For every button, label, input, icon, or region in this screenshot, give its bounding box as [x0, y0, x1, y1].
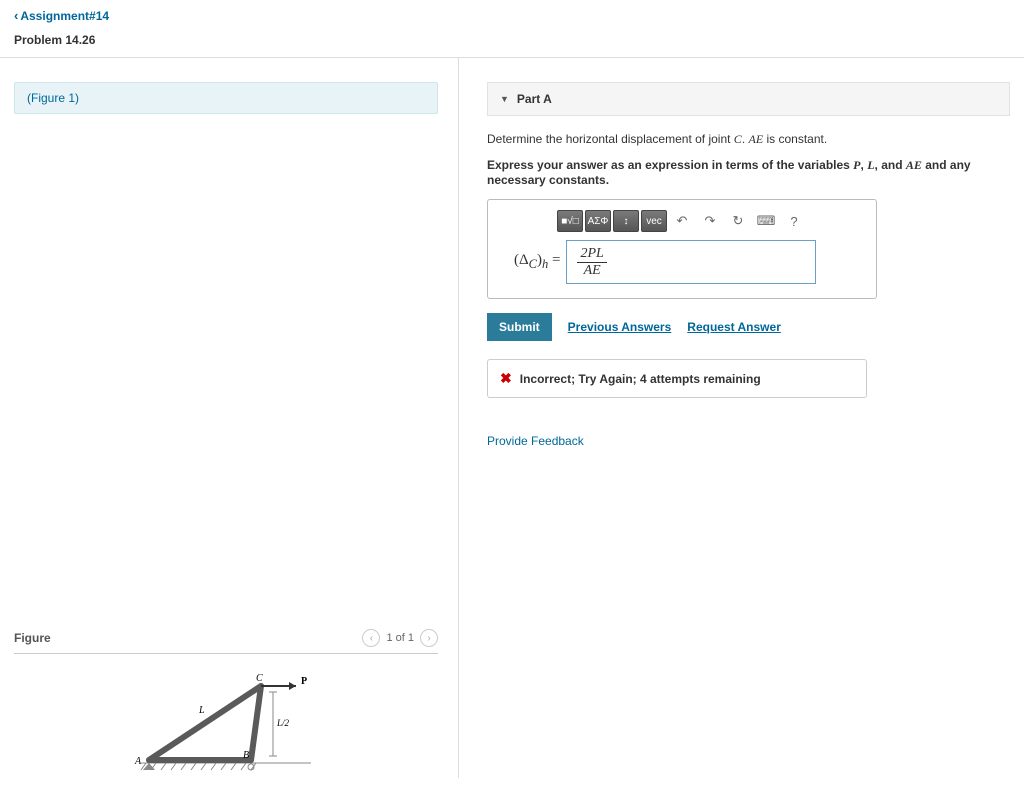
part-label: Part A — [517, 92, 552, 106]
figure-prev-button[interactable]: ‹ — [362, 629, 380, 647]
assignment-back-link[interactable]: ‹ Assignment#14 — [14, 8, 109, 23]
question-text: Determine the horizontal displacement of… — [487, 130, 1010, 148]
answer-denominator: AE — [577, 263, 606, 278]
figure-link-text: (Figure 1) — [27, 91, 79, 105]
answer-row: (ΔC)h = 2PL AE — [514, 240, 864, 284]
tb-help-icon[interactable]: ? — [781, 210, 807, 232]
previous-answers-link[interactable]: Previous Answers — [568, 320, 672, 334]
equation-toolbar: ■√□ ΑΣΦ ↕ vec ↶ ↷ ↻ ⌨ ? — [500, 210, 864, 232]
question-post: is constant. — [763, 132, 827, 146]
tb-keyboard-icon[interactable]: ⌨ — [753, 210, 779, 232]
figure-header: Figure ‹ 1 of 1 › — [14, 623, 438, 654]
svg-text:C: C — [256, 673, 263, 684]
figure-label: Figure — [14, 631, 51, 645]
part-header[interactable]: ▼ Part A — [487, 82, 1010, 116]
figure-diagram: C P L L/2 A B — [14, 654, 438, 778]
lhs-label: (ΔC)h = — [514, 252, 566, 272]
answer-input[interactable]: 2PL AE — [566, 240, 816, 284]
svg-text:L/2: L/2 — [276, 718, 290, 728]
figure-section: Figure ‹ 1 of 1 › — [14, 623, 438, 778]
feedback-text: Incorrect; Try Again; 4 attempts remaini… — [520, 372, 761, 386]
incorrect-icon: ✖ — [500, 370, 512, 387]
var-C: C — [734, 132, 742, 146]
var-L: L — [867, 158, 874, 172]
question-pre: Determine the horizontal displacement of… — [487, 132, 734, 146]
instr-pre: Express your answer as an expression in … — [487, 158, 853, 172]
assignment-link-text: Assignment#14 — [20, 9, 109, 23]
problem-title: Problem 14.26 — [14, 33, 1010, 47]
svg-text:A: A — [134, 756, 142, 767]
figure-pager: ‹ 1 of 1 › — [362, 629, 438, 647]
tb-redo-icon[interactable]: ↷ — [697, 210, 723, 232]
answer-fraction: 2PL AE — [577, 246, 606, 278]
chevron-left-icon: ‹ — [14, 8, 18, 23]
svg-text:P: P — [301, 676, 307, 687]
tb-reset-icon[interactable]: ↻ — [725, 210, 751, 232]
tb-template-icon[interactable]: ■√□ — [557, 210, 583, 232]
tb-scripts-icon[interactable]: ↕ — [613, 210, 639, 232]
svg-text:B: B — [243, 750, 249, 761]
figure-link[interactable]: (Figure 1) — [14, 82, 438, 114]
var-P: P — [853, 158, 860, 172]
figure-next-button[interactable]: › — [420, 629, 438, 647]
submit-button[interactable]: Submit — [487, 313, 552, 341]
truss-diagram-icon: C P L L/2 A B — [121, 668, 331, 778]
page-header: ‹ Assignment#14 Problem 14.26 — [0, 0, 1024, 58]
var-AE: AE — [748, 132, 763, 146]
right-column: ▼ Part A Determine the horizontal displa… — [459, 58, 1010, 778]
tb-greek-icon[interactable]: ΑΣΦ — [585, 210, 611, 232]
figure-pager-text: 1 of 1 — [386, 632, 414, 644]
instruction-text: Express your answer as an expression in … — [487, 158, 1010, 187]
submit-row: Submit Previous Answers Request Answer — [487, 313, 1010, 341]
request-answer-link[interactable]: Request Answer — [687, 320, 781, 334]
tb-vec-icon[interactable]: vec — [641, 210, 667, 232]
svg-text:L: L — [198, 705, 205, 716]
answer-area: ■√□ ΑΣΦ ↕ vec ↶ ↷ ↻ ⌨ ? (ΔC)h = 2PL AE — [487, 199, 877, 299]
caret-down-icon: ▼ — [500, 94, 509, 104]
tb-undo-icon[interactable]: ↶ — [669, 210, 695, 232]
provide-feedback-link[interactable]: Provide Feedback — [487, 434, 1010, 448]
feedback-box: ✖ Incorrect; Try Again; 4 attempts remai… — [487, 359, 867, 398]
var-AE2: AE — [906, 158, 922, 172]
left-column: (Figure 1) Figure ‹ 1 of 1 › — [14, 58, 459, 778]
answer-numerator: 2PL — [577, 246, 606, 262]
